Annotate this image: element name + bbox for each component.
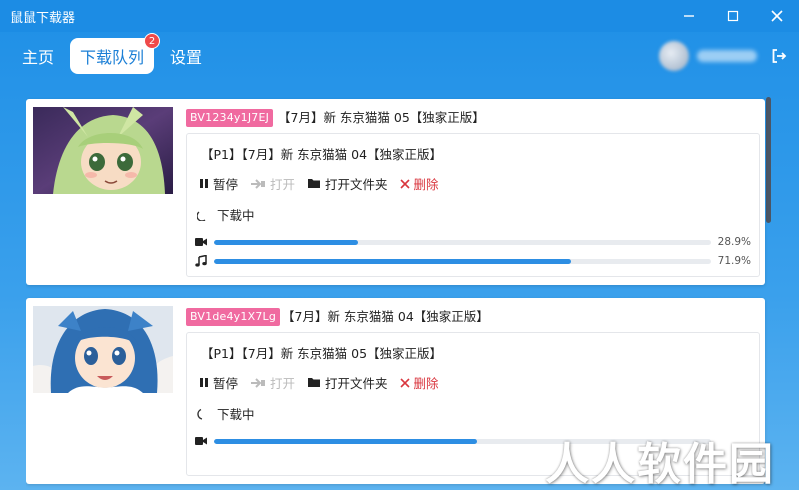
anime-thumbnail-image [33,107,173,194]
folder-icon [308,378,321,387]
pause-icon [200,378,208,387]
open-label: 打开 [270,376,296,391]
bv-id-tag[interactable]: BV1234y1J7EJ [186,109,274,127]
window-controls [667,0,799,32]
tab-home[interactable]: 主页 [12,38,64,74]
pause-label: 暂停 [213,376,239,391]
open-button[interactable]: 打开 [250,174,295,193]
close-icon [399,377,410,388]
open-arrow-icon [251,377,266,388]
audio-progress-fill [214,258,572,264]
queue-count-badge: 2 [144,33,161,49]
status-text: 下载中 [217,208,255,223]
open-folder-button[interactable]: 打开文件夹 [307,174,388,193]
scrollbar[interactable] [766,97,771,223]
video-camera-icon [195,437,207,445]
video-progress-fill [214,239,358,245]
spinner-icon [197,210,206,221]
download-status: 下载中 [197,205,255,224]
open-button[interactable]: 打开 [250,373,295,392]
app-title: 鼠鼠下载器 [10,10,76,26]
bv-id-tag[interactable]: BV1de4y1X7Lg [186,308,281,326]
download-card: BV1234y1J7EJ 【7月】新 东京猫猫 05【独家正版】 【P1】【7月… [26,99,765,285]
minimize-icon [684,15,694,17]
task-actions: 暂停 打开 打开文件夹 删除 [199,373,451,392]
logout-icon[interactable] [771,48,787,64]
username-blurred [697,50,757,62]
delete-label: 删除 [413,177,439,192]
audio-progress-row: 71.9% [195,254,751,268]
main-nav: 主页 下载队列 2 设置 [12,33,218,74]
title-bar: 鼠鼠下载器 [0,0,799,32]
video-progress-fill [214,438,478,444]
open-folder-button[interactable]: 打开文件夹 [307,373,388,392]
watermark: 人人软件园 [545,439,775,490]
download-status: 下载中 [197,404,255,423]
pause-button[interactable]: 暂停 [199,174,238,193]
pause-button[interactable]: 暂停 [199,373,238,392]
video-progress-bar [214,239,711,245]
video-title: 【7月】新 东京猫猫 04【独家正版】 [282,309,489,324]
video-camera-icon [195,238,207,246]
task-actions: 暂停 打开 打开文件夹 删除 [199,174,451,193]
video-progress-row: 28.9% [195,235,751,249]
tab-download-queue[interactable]: 下载队列 2 [70,33,161,74]
download-task: 【P1】【7月】新 东京猫猫 04【独家正版】 暂停 打开 打开文件夹 删除 下… [186,133,760,277]
close-button[interactable] [755,0,799,32]
open-label: 打开 [270,177,296,192]
spinner-icon [197,408,203,420]
user-area [659,40,787,72]
thumbnail[interactable] [33,107,173,194]
delete-button[interactable]: 删除 [399,373,439,392]
maximize-button[interactable] [711,0,755,32]
tab-settings[interactable]: 设置 [160,38,212,74]
video-progress-percent: 28.9% [717,236,751,248]
delete-button[interactable]: 删除 [399,174,439,193]
delete-label: 删除 [413,376,439,391]
maximize-icon [727,10,739,22]
close-icon [399,178,410,189]
pause-label: 暂停 [213,177,239,192]
minimize-button[interactable] [667,0,711,32]
anime-thumbnail-image [33,306,173,393]
open-arrow-icon [251,178,266,189]
status-text: 下载中 [217,407,255,422]
music-note-icon [195,255,207,267]
open-folder-label: 打开文件夹 [325,376,388,391]
task-title: 【P1】【7月】新 东京猫猫 05【独家正版】 [201,346,443,361]
folder-icon [308,179,321,188]
tab-home-label: 主页 [22,48,55,67]
pause-icon [200,179,208,188]
task-title: 【P1】【7月】新 东京猫猫 04【独家正版】 [201,147,443,162]
tab-settings-label: 设置 [170,48,203,67]
audio-progress-percent: 71.9% [717,255,751,267]
audio-progress-bar [214,258,711,264]
thumbnail[interactable] [33,306,173,393]
avatar[interactable] [659,41,689,71]
open-folder-label: 打开文件夹 [325,177,388,192]
close-icon [771,10,783,22]
tab-download-queue-label: 下载队列 [80,48,145,67]
video-title: 【7月】新 东京猫猫 05【独家正版】 [278,110,485,125]
